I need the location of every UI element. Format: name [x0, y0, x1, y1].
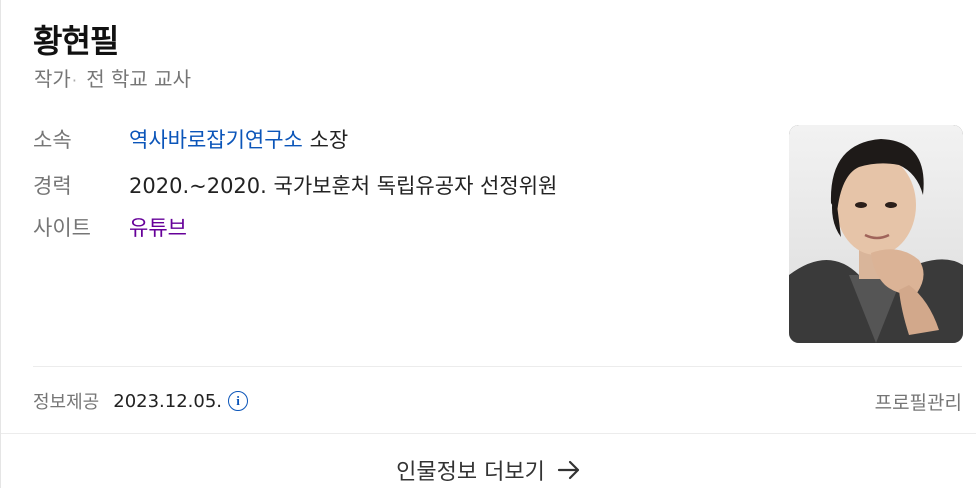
- subtitle-dot: ·: [71, 71, 77, 90]
- affiliation-position: 소장: [302, 128, 349, 152]
- info-row-affiliation: 소속 역사바로잡기연구소 소장: [33, 124, 348, 154]
- person-subtitle: 작가· 전 학교 교사: [34, 63, 191, 92]
- career-label: 경력: [33, 174, 72, 198]
- more-label: 인물정보 더보기: [396, 460, 545, 485]
- divider-top: [33, 366, 962, 367]
- more-person-info-button[interactable]: 인물정보 더보기: [1, 452, 976, 488]
- affiliation-value: 역사바로잡기연구소 소장: [129, 124, 348, 154]
- source-info: 정보제공 2023.12.05. i: [33, 387, 249, 415]
- info-icon[interactable]: i: [228, 391, 249, 411]
- arrow-right-icon: [557, 459, 581, 481]
- affiliation-link[interactable]: 역사바로잡기연구소: [129, 128, 303, 152]
- info-row-career: 경력 2020.~2020. 국가보훈처 독립유공자 선정위원: [33, 170, 557, 200]
- affiliation-label: 소속: [33, 128, 72, 152]
- career-value: 2020.~2020. 국가보훈처 독립유공자 선정위원: [129, 174, 558, 198]
- youtube-link[interactable]: 유튜브: [129, 212, 187, 242]
- profile-manage-link[interactable]: 프로필관리: [875, 387, 962, 415]
- site-label: 사이트: [33, 216, 91, 240]
- profile-photo-image: [789, 125, 963, 343]
- person-info-card: 황현필 작가· 전 학교 교사 소속 역사바로잡기연구소 소장 경력 2020.…: [0, 0, 976, 488]
- subtitle-former-job: 전 학교 교사: [86, 67, 191, 91]
- source-label: 정보제공: [33, 392, 100, 413]
- divider-bottom: [1, 433, 976, 434]
- source-date: 2023.12.05.: [113, 390, 223, 412]
- person-name[interactable]: 황현필: [33, 16, 119, 62]
- subtitle-occupation: 작가: [34, 67, 71, 91]
- profile-photo[interactable]: [789, 125, 963, 343]
- info-row-site: 사이트 유튜브: [33, 212, 187, 242]
